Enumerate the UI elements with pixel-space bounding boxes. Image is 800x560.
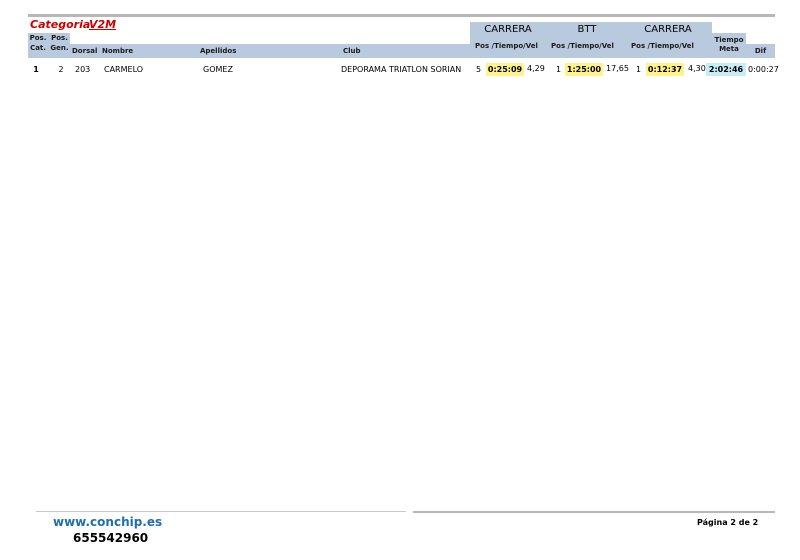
footer-divider-left bbox=[36, 511, 406, 512]
segment-1-title: CARRERA bbox=[484, 24, 532, 35]
row-nombre: CARMELO bbox=[104, 65, 144, 74]
row-pos-cat: 1 bbox=[33, 65, 39, 74]
row-seg3-time: 0:12:37 bbox=[646, 63, 684, 76]
header-tiempo-meta-1: Tiempo bbox=[714, 36, 744, 44]
header-nombre: Nombre bbox=[102, 47, 134, 55]
row-seg2-vel: 17,65 bbox=[606, 64, 629, 73]
row-seg2-pos: 1 bbox=[556, 65, 562, 74]
segment-2-sub: Pos /Tiempo/Vel bbox=[551, 42, 614, 50]
segment-2-title: BTT bbox=[577, 24, 597, 35]
header-pos-gen-2: Gen. bbox=[50, 44, 69, 52]
top-divider bbox=[28, 14, 775, 17]
page-number: Página 2 de 2 bbox=[697, 518, 759, 527]
footer-website-link[interactable]: www.conchip.es bbox=[53, 515, 162, 529]
row-dorsal: 203 bbox=[75, 65, 91, 74]
row-pos-gen: 2 bbox=[58, 65, 64, 74]
row-seg3-pos: 1 bbox=[636, 65, 642, 74]
row-seg2-time: 1:25:00 bbox=[565, 63, 603, 76]
category-value: V2M bbox=[89, 18, 117, 31]
footer-divider-right bbox=[413, 511, 775, 513]
header-pos-gen-1: Pos. bbox=[51, 34, 68, 42]
footer-phone: 655542960 bbox=[73, 531, 149, 545]
header-apellidos: Apellidos bbox=[200, 47, 237, 55]
category-label: Categoria bbox=[30, 18, 91, 31]
row-seg1-vel: 4,29 bbox=[527, 64, 545, 73]
header-pos-cat-2: Cat. bbox=[30, 44, 46, 52]
header-club: Club bbox=[343, 47, 361, 55]
row-tiempo-meta: 2:02:46 bbox=[706, 63, 746, 76]
row-seg1-pos: 5 bbox=[476, 65, 482, 74]
row-seg1-time: 0:25:09 bbox=[486, 63, 524, 76]
header-dif: Dif bbox=[754, 47, 767, 55]
header-pos-cat-1: Pos. bbox=[29, 34, 47, 42]
header-tiempo-meta-2: Meta bbox=[719, 45, 739, 53]
row-apellidos: GOMEZ bbox=[203, 65, 233, 74]
row-dif: 0:00:27 bbox=[748, 65, 779, 74]
segment-3-title: CARRERA bbox=[644, 24, 692, 35]
header-dorsal: Dorsal bbox=[72, 47, 98, 55]
row-seg3-vel: 4,30 bbox=[688, 64, 706, 73]
segment-1-sub: Pos /Tiempo/Vel bbox=[475, 42, 538, 50]
segment-3-sub: Pos /Tiempo/Vel bbox=[631, 42, 694, 50]
row-club: DEPORAMA TRIATLON SORIAN bbox=[341, 65, 462, 74]
